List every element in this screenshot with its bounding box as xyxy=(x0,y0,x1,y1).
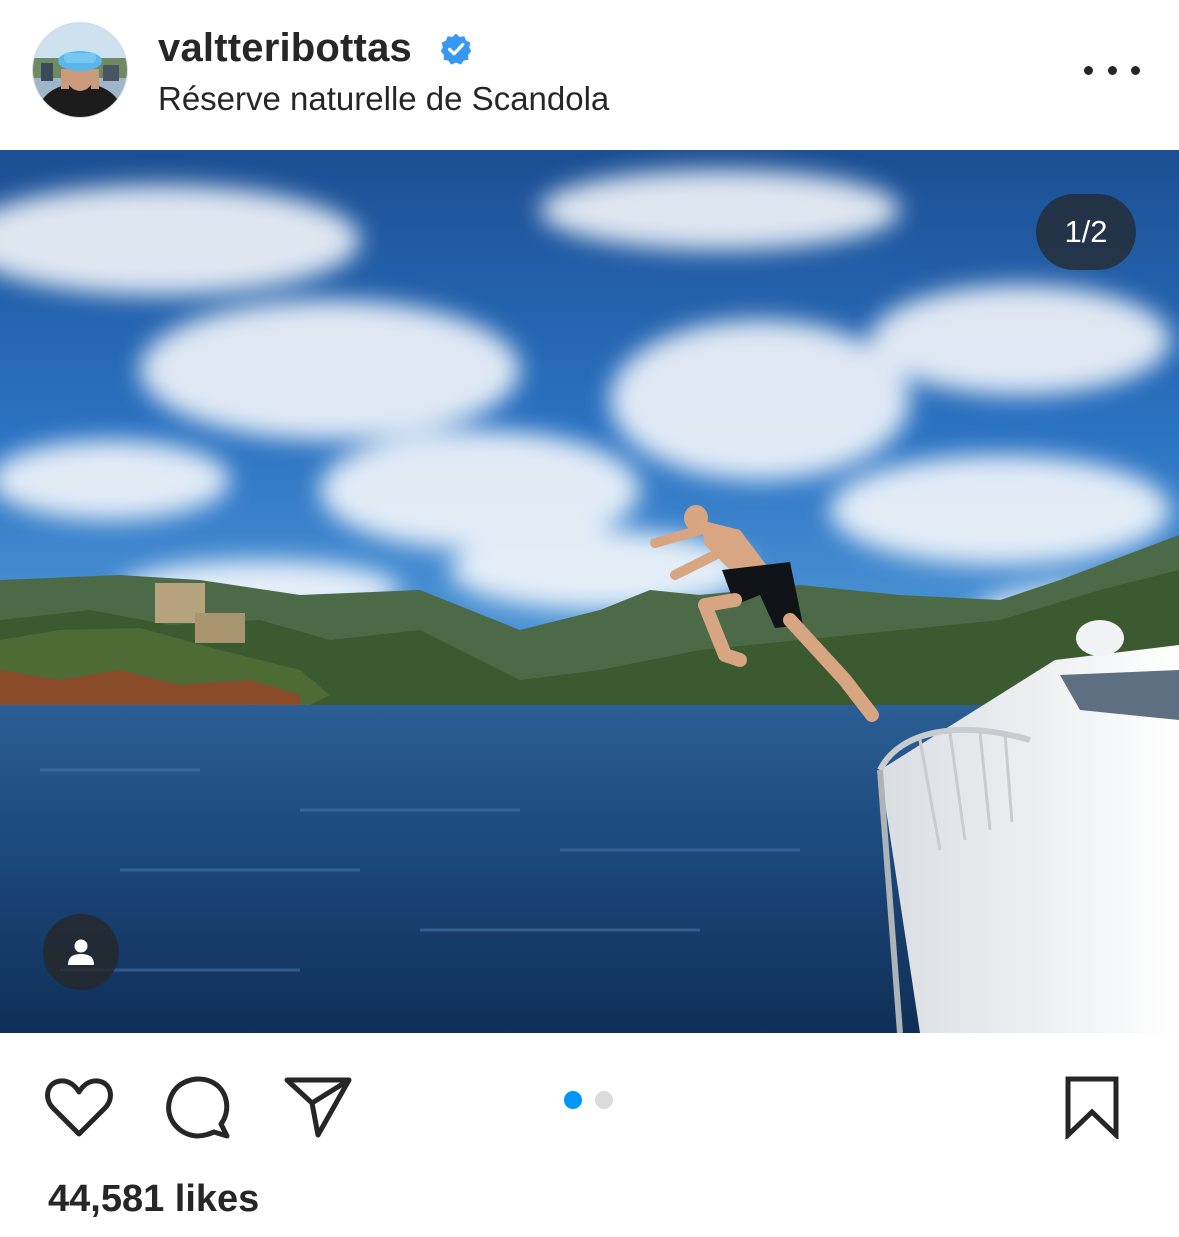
username[interactable]: valtteribottas xyxy=(158,26,412,71)
heart-icon[interactable] xyxy=(44,1077,114,1139)
verified-badge-icon xyxy=(440,33,472,65)
carousel-indicator xyxy=(564,1091,624,1109)
bookmark-icon[interactable] xyxy=(1064,1075,1120,1139)
send-icon[interactable] xyxy=(284,1077,352,1139)
location-label[interactable]: Réserve naturelle de Scandola xyxy=(158,80,609,118)
comment-icon[interactable] xyxy=(164,1075,232,1143)
carousel-dot xyxy=(595,1091,613,1109)
user-tag-icon[interactable] xyxy=(43,914,119,990)
avatar[interactable] xyxy=(32,22,128,118)
post-image[interactable] xyxy=(0,150,1179,1033)
media-counter: 1/2 xyxy=(1036,194,1136,270)
post-header: valtteribottas Réserve naturelle de Scan… xyxy=(0,0,1179,150)
carousel-dot-active xyxy=(564,1091,582,1109)
likes-count[interactable]: 44,581 likes xyxy=(48,1178,259,1221)
more-options-icon[interactable] xyxy=(1084,50,1140,90)
